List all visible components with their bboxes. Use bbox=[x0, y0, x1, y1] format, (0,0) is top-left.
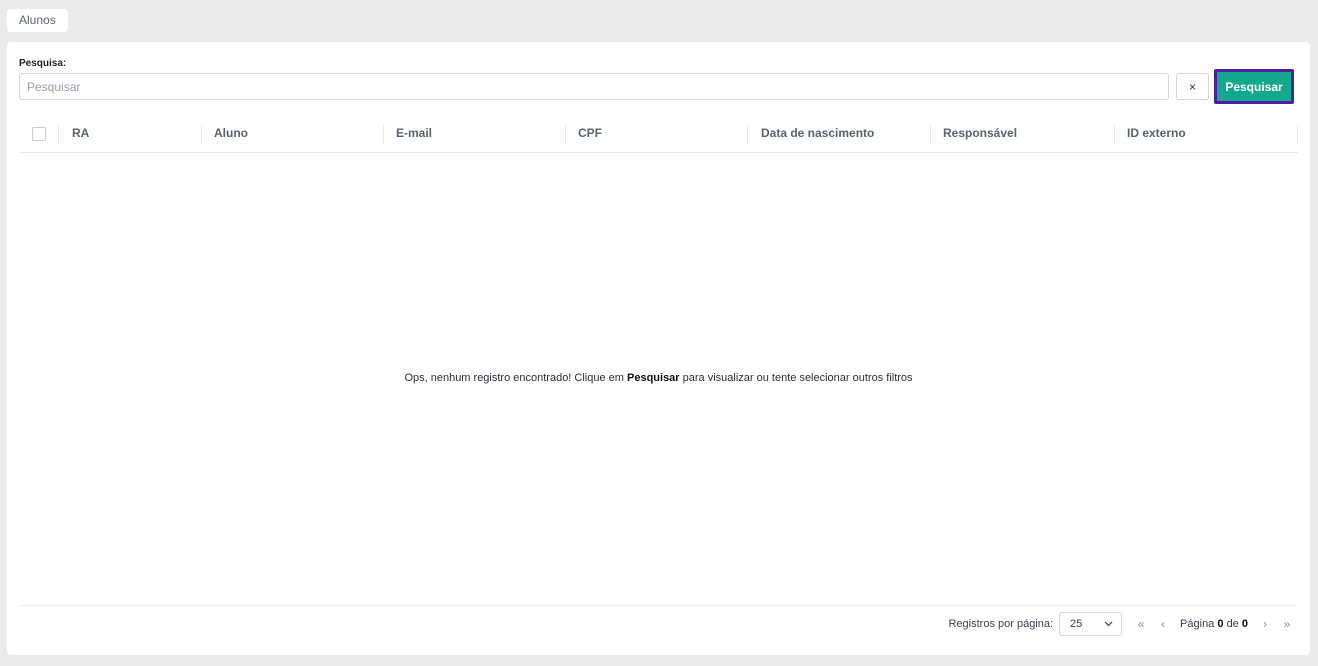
page-prefix: Página bbox=[1180, 618, 1215, 630]
per-page-value: 25 bbox=[1070, 618, 1083, 630]
search-label: Pesquisa: bbox=[19, 58, 67, 69]
previous-page-icon[interactable]: ‹ bbox=[1152, 617, 1174, 631]
column-header-id-externo[interactable]: ID externo bbox=[1127, 120, 1186, 146]
column-header-email[interactable]: E-mail bbox=[396, 120, 432, 146]
first-page-icon[interactable]: « bbox=[1130, 617, 1152, 631]
page-indicator: Página 0 de 0 bbox=[1180, 618, 1248, 630]
column-header-data-nascimento[interactable]: Data de nascimento bbox=[761, 120, 874, 146]
current-page: 0 bbox=[1217, 618, 1224, 630]
column-separator bbox=[1297, 125, 1298, 145]
empty-message-text: para visualizar ou tente selecionar outr… bbox=[679, 372, 913, 384]
per-page-select[interactable]: 25 bbox=[1059, 612, 1123, 636]
search-button[interactable]: Pesquisar bbox=[1214, 69, 1294, 104]
next-page-icon[interactable]: › bbox=[1254, 617, 1276, 631]
footer-divider bbox=[19, 605, 1298, 606]
column-header-aluno[interactable]: Aluno bbox=[214, 120, 248, 146]
per-page-label: Registros por página: bbox=[948, 618, 1054, 630]
column-separator bbox=[565, 125, 566, 145]
search-input[interactable] bbox=[19, 73, 1169, 100]
empty-message-highlight: Pesquisar bbox=[627, 372, 680, 384]
pagination-bar: Registros por página: 25 « ‹ Página 0 de… bbox=[948, 611, 1298, 637]
column-separator bbox=[747, 125, 748, 145]
column-header-ra[interactable]: RA bbox=[72, 120, 89, 146]
column-header-cpf[interactable]: CPF bbox=[578, 120, 602, 146]
chevron-down-icon bbox=[1104, 621, 1113, 627]
total-pages: 0 bbox=[1241, 618, 1248, 630]
column-header-responsavel[interactable]: Responsável bbox=[943, 120, 1017, 146]
table-header: RA Aluno E-mail CPF Data de nascimento R… bbox=[19, 120, 1298, 153]
column-separator bbox=[201, 125, 202, 145]
empty-message-text: Ops, nenhum registro encontrado! Clique … bbox=[404, 372, 627, 384]
column-separator bbox=[58, 125, 59, 145]
page-of: de bbox=[1226, 618, 1239, 630]
column-separator bbox=[1114, 125, 1115, 145]
last-page-icon[interactable]: » bbox=[1276, 617, 1298, 631]
tab-alunos[interactable]: Alunos bbox=[7, 9, 68, 32]
column-separator bbox=[383, 125, 384, 145]
column-separator bbox=[930, 125, 931, 145]
clear-search-button[interactable]: × bbox=[1176, 73, 1209, 100]
close-icon: × bbox=[1188, 79, 1196, 94]
empty-state-message: Ops, nenhum registro encontrado! Clique … bbox=[7, 372, 1310, 384]
main-card: Pesquisa: × Pesquisar RA Aluno E-mail CP… bbox=[7, 42, 1310, 655]
select-all-checkbox[interactable] bbox=[32, 127, 46, 141]
